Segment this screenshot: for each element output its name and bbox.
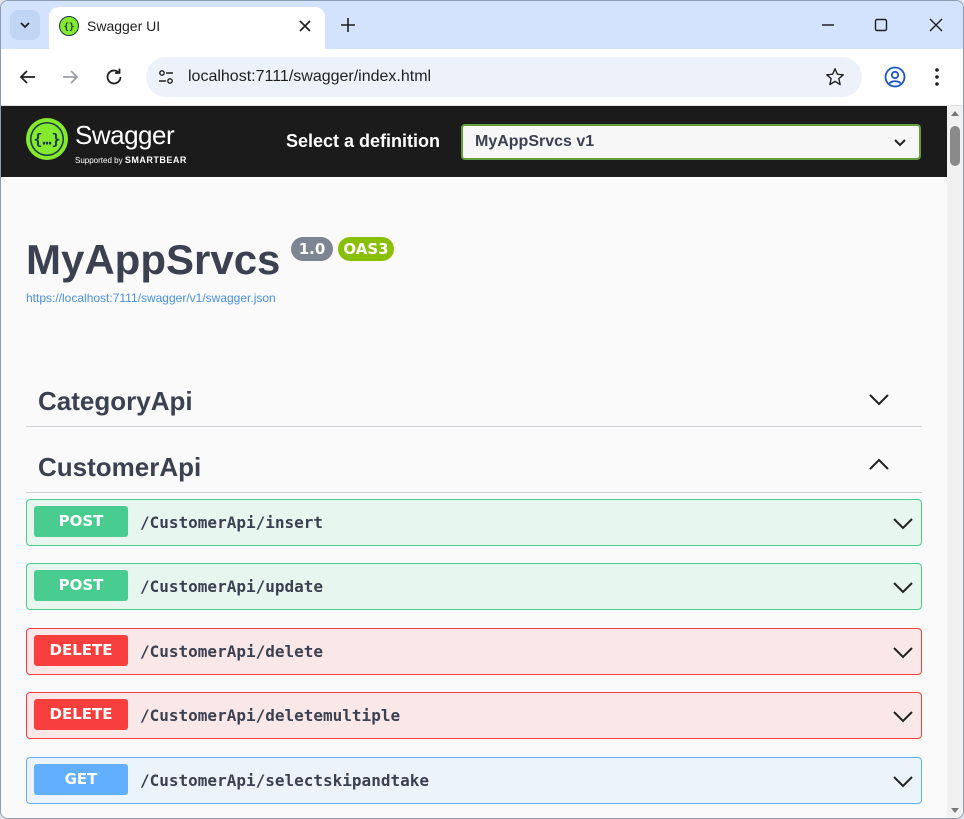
method-badge: DELETE — [34, 699, 128, 730]
operation-delete-delete[interactable]: DELETE /CustomerApi/delete — [26, 628, 922, 675]
operation-path: /CustomerApi/update — [140, 577, 324, 596]
svg-text:{…}: {…} — [33, 131, 60, 149]
spec-json-link[interactable]: https://localhost:7111/swagger/v1/swagge… — [26, 291, 276, 305]
tab-swagger-ui[interactable]: {} Swagger UI — [49, 7, 325, 49]
definition-select[interactable]: MyAppSrvcs v1 — [461, 124, 921, 160]
tab-search-button[interactable] — [10, 10, 40, 40]
operation-path: /CustomerApi/selectskipandtake — [140, 771, 429, 790]
tab-title: Swagger UI — [87, 18, 161, 34]
chevron-down-icon[interactable] — [893, 513, 913, 533]
oas-badge: OAS3 — [338, 237, 394, 261]
page-scrollbar[interactable] — [947, 106, 963, 818]
chevron-down-icon — [894, 139, 906, 147]
more-menu-icon[interactable] — [927, 65, 947, 89]
site-info-icon[interactable] — [154, 65, 178, 89]
swagger-logo-icon[interactable]: {…} — [25, 117, 69, 161]
scroll-down-arrow-icon[interactable] — [951, 806, 959, 814]
new-tab-icon[interactable] — [339, 16, 357, 34]
operation-delete-deletemultiple[interactable]: DELETE /CustomerApi/deletemultiple — [26, 692, 922, 739]
tag-section-customerapi[interactable]: CustomerApi — [26, 430, 922, 493]
operation-post-insert[interactable]: POST /CustomerApi/insert — [26, 499, 922, 546]
operation-get-selectskipandtake[interactable]: GET /CustomerApi/selectskipandtake — [26, 757, 922, 804]
logo-subtitle: Supported by SMARTBEAR — [75, 155, 187, 165]
operation-post-update[interactable]: POST /CustomerApi/update — [26, 563, 922, 610]
operation-path: /CustomerApi/delete — [140, 642, 324, 661]
logo-sub-prefix: Supported by — [75, 156, 123, 165]
operation-path: /CustomerApi/insert — [140, 513, 324, 532]
close-window-icon[interactable] — [925, 14, 947, 36]
method-badge: POST — [34, 570, 128, 601]
maximize-icon[interactable] — [870, 14, 892, 36]
select-definition-label: Select a definition — [286, 131, 441, 151]
chevron-down-icon[interactable] — [893, 642, 913, 662]
api-title: MyAppSrvcs — [26, 236, 281, 283]
method-badge: DELETE — [34, 635, 128, 666]
tag-name: CategoryApi — [38, 386, 193, 416]
chevron-down-icon[interactable] — [868, 388, 890, 410]
operation-path: /CustomerApi/deletemultiple — [140, 706, 401, 725]
minimize-icon[interactable] — [817, 14, 839, 36]
page-content: {…} Swagger Supported by SMARTBEAR Selec… — [1, 106, 947, 818]
tag-section-categoryapi[interactable]: CategoryApi — [26, 364, 922, 427]
version-badge: 1.0 — [291, 237, 333, 261]
chevron-down-icon[interactable] — [893, 706, 913, 726]
address-bar[interactable]: localhost:7111/swagger/index.html — [146, 57, 862, 97]
close-tab-icon[interactable] — [297, 18, 313, 34]
chevron-down-icon — [20, 22, 30, 29]
method-badge: GET — [34, 764, 128, 795]
logo-sub-brand: SMARTBEAR — [124, 155, 187, 165]
scroll-up-arrow-icon[interactable] — [951, 110, 959, 118]
browser-window: {} Swagger UI localhost:7111/swagger/ind… — [0, 0, 964, 819]
back-arrow-icon[interactable] — [16, 65, 40, 89]
chevron-down-icon[interactable] — [893, 771, 913, 791]
chevron-down-icon[interactable] — [893, 577, 913, 597]
profile-icon[interactable] — [883, 65, 907, 89]
tab-strip: {} Swagger UI — [1, 1, 963, 49]
url-text: localhost:7111/swagger/index.html — [188, 68, 432, 85]
browser-toolbar: localhost:7111/swagger/index.html — [1, 49, 963, 106]
forward-arrow-icon[interactable] — [58, 65, 82, 89]
scroll-thumb[interactable] — [950, 126, 960, 166]
swagger-topbar: {…} Swagger Supported by SMARTBEAR Selec… — [1, 106, 947, 177]
logo-text: Swagger — [75, 120, 175, 150]
method-badge: POST — [34, 506, 128, 537]
swagger-favicon-icon: {} — [59, 16, 79, 36]
tag-name: CustomerApi — [38, 452, 202, 482]
svg-text:{}: {} — [64, 23, 75, 33]
definition-select-value: MyAppSrvcs v1 — [475, 133, 595, 150]
reload-icon[interactable] — [102, 65, 126, 89]
bookmark-star-icon[interactable] — [824, 66, 846, 88]
chevron-up-icon[interactable] — [868, 454, 890, 476]
